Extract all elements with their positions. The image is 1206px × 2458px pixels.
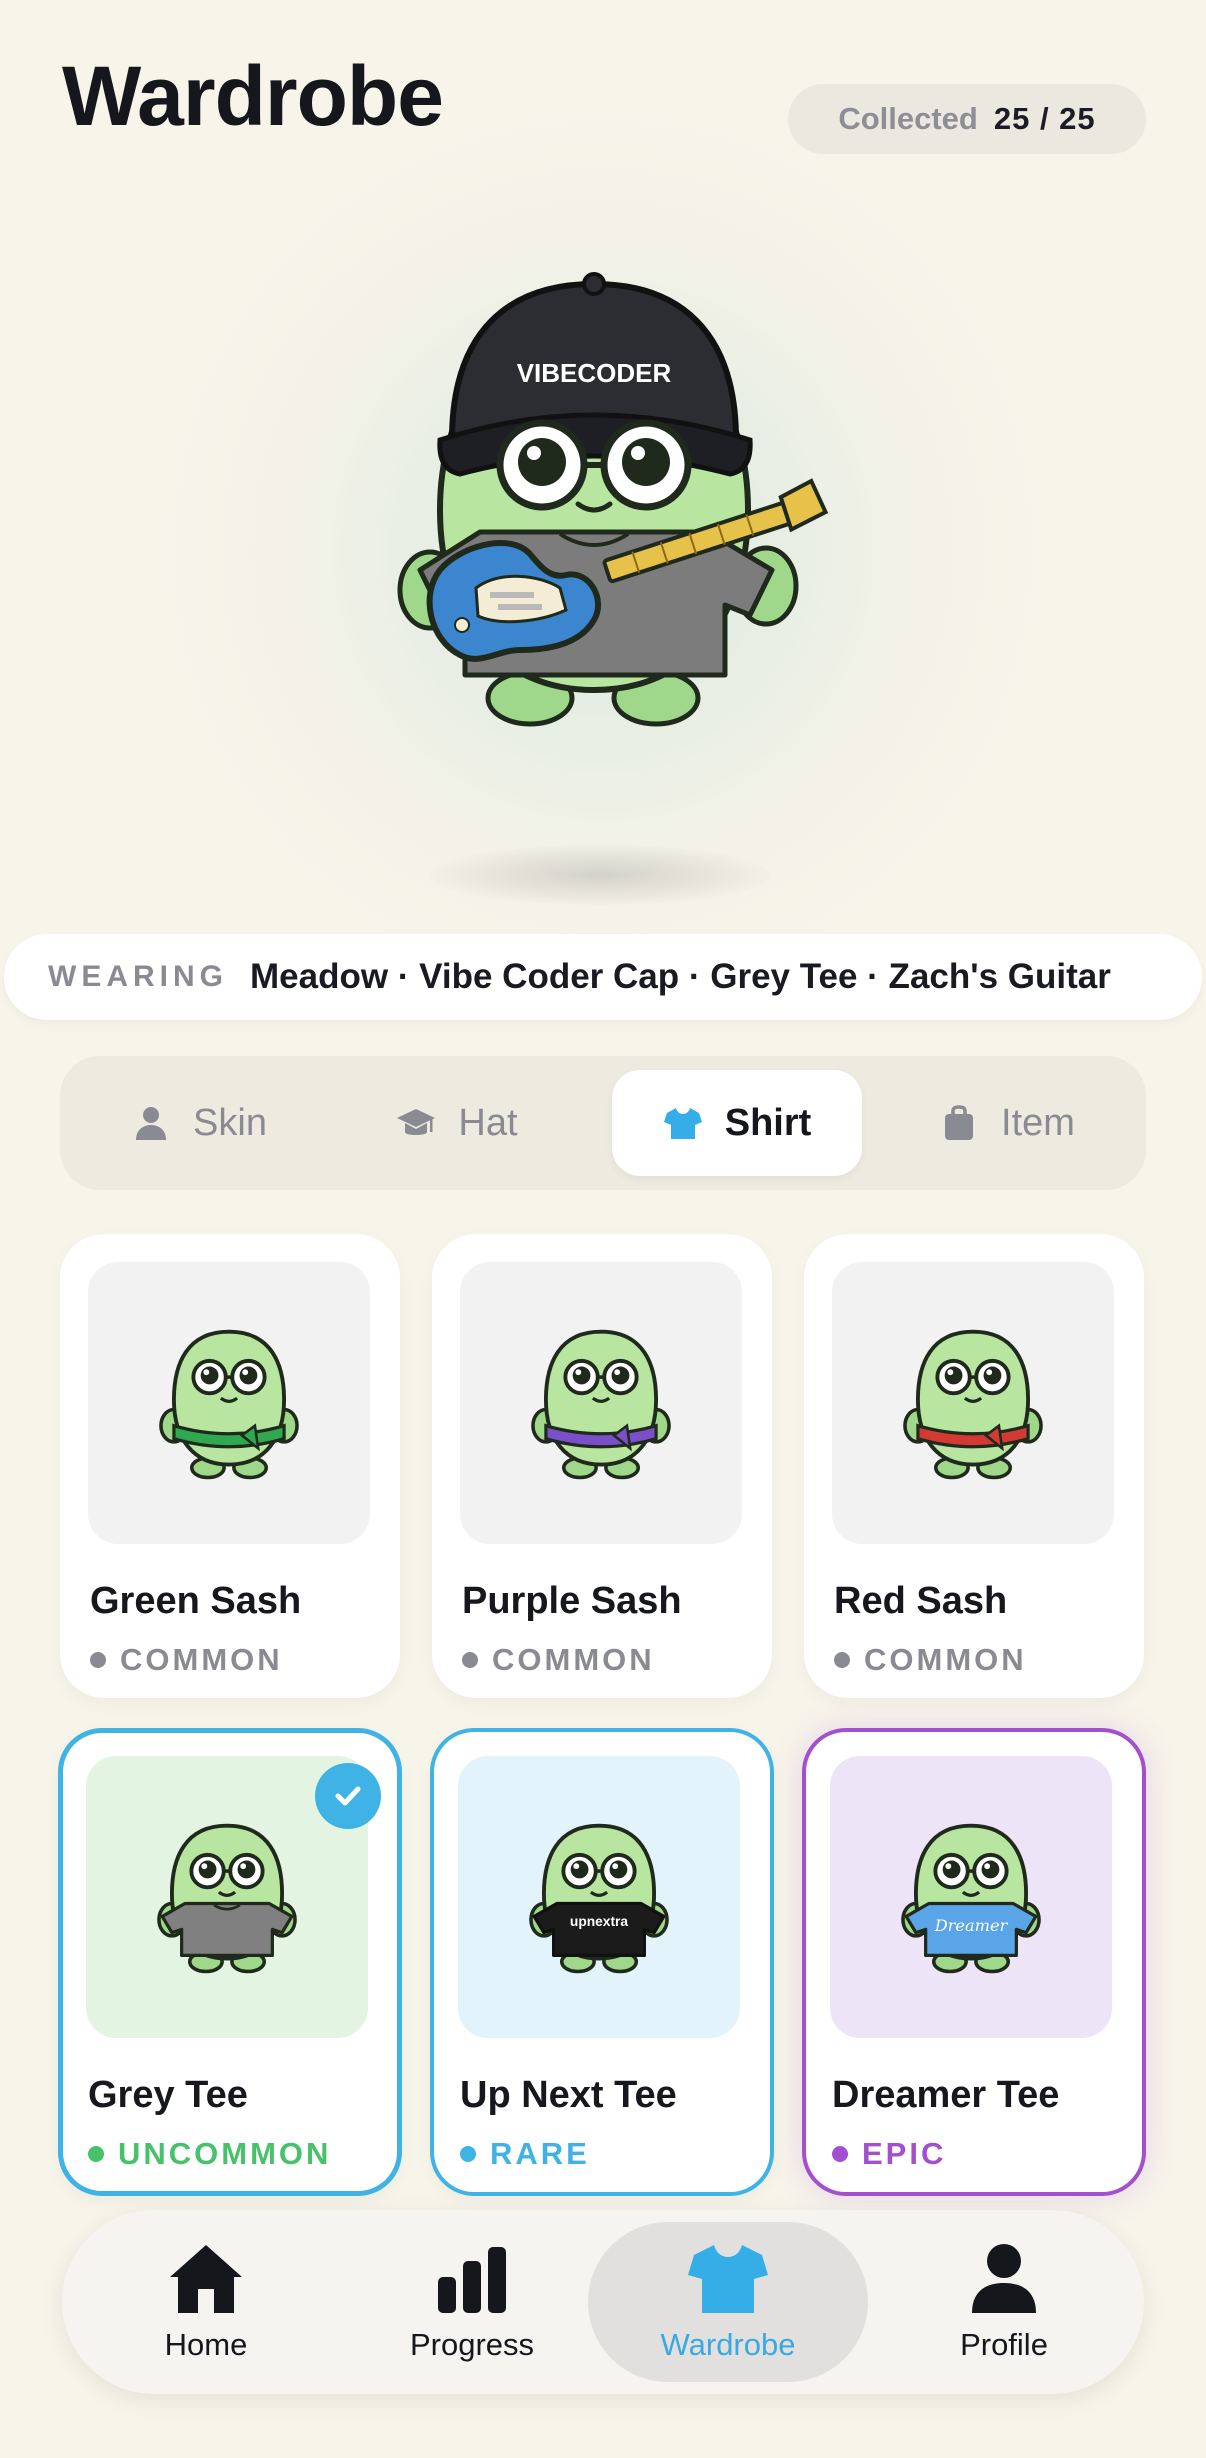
equipped-check-icon	[315, 1763, 381, 1829]
cap-text: VIBECODER	[517, 358, 672, 388]
wearing-items: Meadow · Vibe Coder Cap · Grey Tee · Zac…	[250, 957, 1111, 996]
bottom-nav: Home Progress Wardrobe Profile	[62, 2210, 1144, 2394]
tshirt-icon	[663, 1108, 702, 1139]
rarity-label: RARE	[490, 2136, 590, 2171]
item-thumbnail	[832, 1262, 1114, 1544]
profile-icon	[972, 2244, 1036, 2313]
nav-label: Progress	[409, 2327, 535, 2362]
rarity-label: COMMON	[864, 1642, 1027, 1677]
green-sash-critter	[148, 1322, 310, 1484]
shirt-print: Dreamer	[934, 1916, 1009, 1935]
dreamer-tee-critter: Dreamer	[890, 1816, 1052, 1978]
rarity-label: UNCOMMON	[118, 2136, 332, 2171]
tab-label: Skin	[193, 1101, 267, 1144]
item-name: Up Next Tee	[460, 2074, 677, 2116]
item-card-red-sash[interactable]: Red Sash COMMON	[804, 1234, 1144, 1698]
nav-label: Home	[164, 2327, 248, 2362]
item-card-up-next-tee[interactable]: upnextra Up Next Tee RARE	[430, 1728, 774, 2196]
avatar-preview: VIBECODER	[397, 272, 829, 727]
rarity-badge: EPIC	[832, 2136, 946, 2172]
rarity-badge: RARE	[460, 2136, 590, 2172]
page-title: Wardrobe	[62, 49, 444, 143]
rarity-dot	[90, 1652, 106, 1668]
item-thumbnail	[88, 1262, 370, 1544]
item-card-dreamer-tee[interactable]: Dreamer Dreamer Tee EPIC	[802, 1728, 1146, 2196]
nav-profile[interactable]: Profile	[874, 2222, 1134, 2382]
rarity-dot	[460, 2146, 476, 2162]
tab-label: Item	[1001, 1101, 1075, 1144]
bar-chart-icon	[438, 2247, 506, 2313]
item-name: Grey Tee	[88, 2074, 248, 2116]
item-name: Red Sash	[834, 1580, 1008, 1622]
wearing-summary: WEARING Meadow · Vibe Coder Cap · Grey T…	[4, 934, 1202, 1020]
nav-label: Profile	[960, 2327, 1048, 2362]
tab-label: Hat	[458, 1101, 518, 1144]
item-card-green-sash[interactable]: Green Sash COMMON	[60, 1234, 400, 1698]
nav-label: Wardrobe	[660, 2327, 796, 2362]
rarity-dot	[834, 1652, 850, 1668]
category-tabs: Skin Hat Shirt Item	[60, 1056, 1146, 1190]
rarity-badge: COMMON	[462, 1642, 655, 1678]
item-name: Dreamer Tee	[832, 2074, 1060, 2116]
nav-wardrobe[interactable]: Wardrobe	[588, 2222, 868, 2382]
bag-icon	[945, 1105, 974, 1140]
up-next-tee-critter: upnextra	[518, 1816, 680, 1978]
tab-hat[interactable]: Hat	[332, 1070, 582, 1176]
rarity-label: EPIC	[862, 2136, 947, 2171]
red-sash-critter	[892, 1322, 1054, 1484]
rarity-dot	[832, 2146, 848, 2162]
tshirt-icon	[688, 2245, 768, 2313]
item-card-purple-sash[interactable]: Purple Sash COMMON	[432, 1234, 772, 1698]
graduation-cap-icon	[397, 1109, 436, 1135]
shirt-print: upnextra	[570, 1914, 628, 1929]
tab-skin[interactable]: Skin	[74, 1070, 324, 1176]
rarity-badge: COMMON	[834, 1642, 1027, 1678]
item-thumbnail	[460, 1262, 742, 1544]
wearing-label: WEARING	[48, 960, 228, 993]
rarity-badge: UNCOMMON	[88, 2136, 331, 2172]
collected-label: Collected	[838, 101, 978, 136]
hero-shadow	[430, 845, 770, 905]
item-name: Green Sash	[90, 1580, 302, 1622]
item-thumbnail: upnextra	[458, 1756, 740, 2038]
grey-tee-critter	[146, 1816, 308, 1978]
rarity-badge: COMMON	[90, 1642, 283, 1678]
tab-item[interactable]: Item	[882, 1070, 1132, 1176]
item-card-grey-tee[interactable]: Grey Tee UNCOMMON	[58, 1728, 402, 2196]
person-icon	[136, 1107, 167, 1140]
tab-shirt[interactable]: Shirt	[612, 1070, 862, 1176]
rarity-dot	[88, 2146, 104, 2162]
collected-value: 25 / 25	[993, 101, 1096, 136]
nav-progress[interactable]: Progress	[342, 2222, 602, 2382]
collected-counter: Collected 25 / 25	[788, 84, 1146, 154]
rarity-label: COMMON	[492, 1642, 655, 1677]
rarity-label: COMMON	[120, 1642, 283, 1677]
purple-sash-critter	[520, 1322, 682, 1484]
tab-label: Shirt	[724, 1101, 812, 1144]
item-name: Purple Sash	[462, 1580, 682, 1622]
item-thumbnail: Dreamer	[830, 1756, 1112, 2038]
rarity-dot	[462, 1652, 478, 1668]
nav-home[interactable]: Home	[76, 2222, 336, 2382]
home-icon	[170, 2245, 242, 2313]
